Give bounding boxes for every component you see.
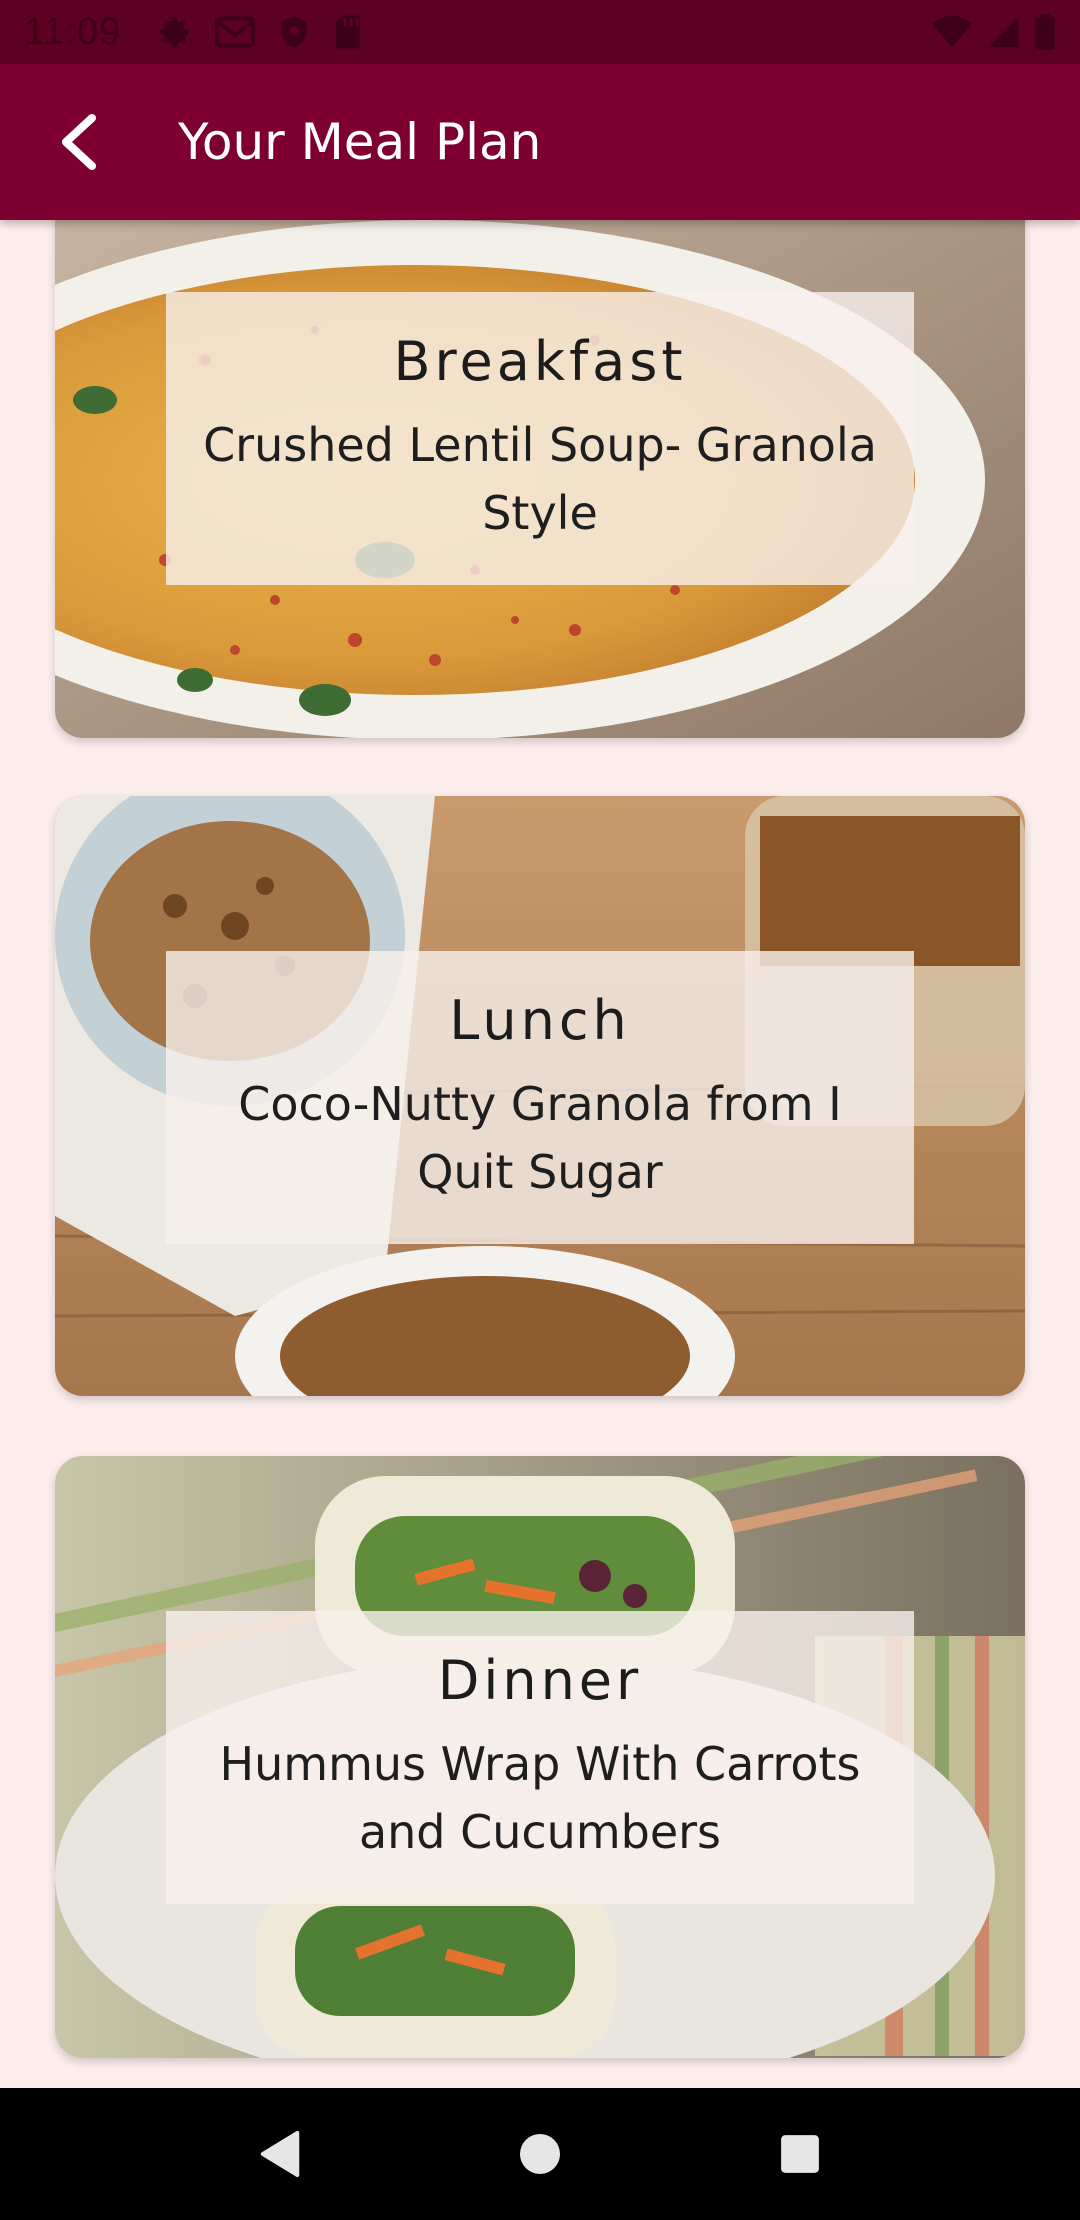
sd-card-icon <box>336 15 361 49</box>
wifi-icon <box>932 16 972 47</box>
meal-name: Crushed Lentil Soup- Granola Style <box>203 418 877 540</box>
status-system-icons <box>932 14 1056 50</box>
gear-icon <box>160 17 189 47</box>
recents-square-icon <box>781 2135 819 2173</box>
app-bar: Your Meal Plan <box>0 64 1080 220</box>
arrow-back-icon <box>62 114 96 170</box>
status-notification-icons <box>157 14 363 50</box>
gmail-icon <box>215 16 256 48</box>
meal-type: Lunch <box>449 989 631 1052</box>
meal-type: Breakfast <box>393 330 687 393</box>
status-time: 11:09 <box>24 10 122 53</box>
meal-type: Dinner <box>437 1649 643 1712</box>
shield-icon <box>281 16 308 48</box>
page-title: Your Meal Plan <box>178 113 542 171</box>
meal-card-breakfast[interactable]: Breakfast Crushed Lentil Soup- Granola S… <box>55 220 1025 738</box>
battery-icon <box>1035 14 1055 50</box>
nav-back-button[interactable] <box>235 2109 325 2199</box>
system-nav-bar <box>0 2088 1080 2220</box>
meal-label-dinner: Dinner Hummus Wrap With Carrots and Cucu… <box>166 1611 914 1904</box>
back-button[interactable] <box>18 64 138 220</box>
nav-recents-button[interactable] <box>755 2109 845 2199</box>
nav-home-button[interactable] <box>495 2109 585 2199</box>
meal-label-breakfast: Breakfast Crushed Lentil Soup- Granola S… <box>166 292 914 585</box>
status-bar: 11:09 <box>0 0 1080 64</box>
meal-name: Coco-Nutty Granola from I Quit Sugar <box>238 1077 842 1199</box>
meal-list[interactable]: Breakfast Crushed Lentil Soup- Granola S… <box>0 220 1080 2088</box>
home-circle-icon <box>520 2134 560 2174</box>
meal-card-lunch[interactable]: Lunch Coco-Nutty Granola from I Quit Sug… <box>55 796 1025 1396</box>
back-triangle-icon <box>260 2130 300 2178</box>
meal-label-lunch: Lunch Coco-Nutty Granola from I Quit Sug… <box>166 951 914 1244</box>
signal-icon <box>987 16 1019 48</box>
meal-card-dinner[interactable]: Dinner Hummus Wrap With Carrots and Cucu… <box>55 1456 1025 2058</box>
meal-name: Hummus Wrap With Carrots and Cucumbers <box>219 1737 861 1859</box>
